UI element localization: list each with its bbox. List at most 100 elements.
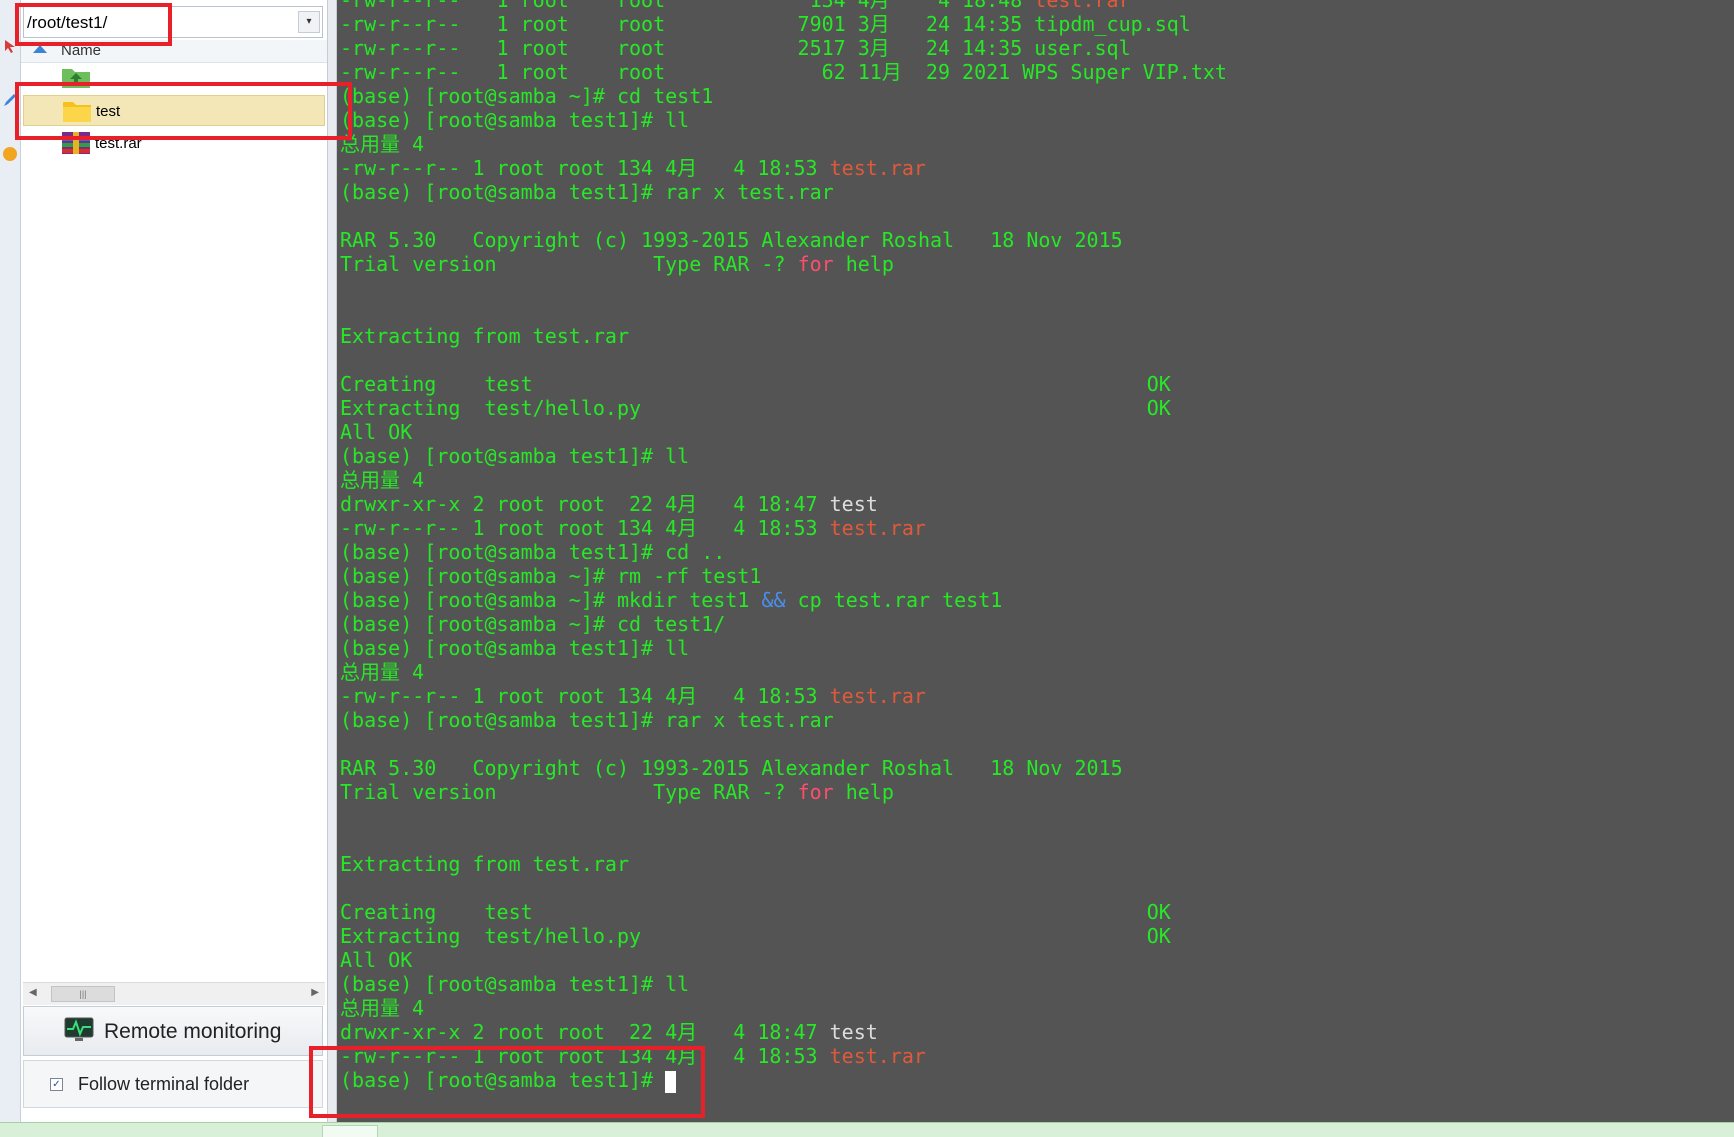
terminal-text: -rw-r--r-- 1 root root 134 4月 4 18:53 bbox=[340, 156, 830, 180]
terminal-line: (base) [root@samba ~]# cd test1 bbox=[340, 84, 1227, 108]
status-bar-tab[interactable] bbox=[322, 1125, 378, 1137]
remote-monitoring-button[interactable]: Remote monitoring bbox=[23, 1006, 323, 1056]
terminal-line: (base) [root@samba test1]# ll bbox=[340, 636, 1227, 660]
remote-monitoring-label: Remote monitoring bbox=[104, 1020, 282, 1043]
terminal-line: (base) [root@samba ~]# rm -rf test1 bbox=[340, 564, 1227, 588]
follow-terminal-folder-row[interactable]: ✓ Follow terminal folder bbox=[23, 1060, 323, 1108]
terminal-text: (base) [root@samba test1]# rar x test.ra… bbox=[340, 708, 834, 732]
terminal-text: (base) [root@samba ~]# cd test1 bbox=[340, 84, 714, 108]
terminal-text: test.rar bbox=[1034, 0, 1131, 12]
terminal-text: -rw-r--r-- 1 root root 7901 3月 24 14:35 … bbox=[340, 12, 1191, 36]
terminal-text: (base) [root@samba test1]# cd .. bbox=[340, 540, 726, 564]
terminal-line: All OK bbox=[340, 948, 1227, 972]
terminal-text: (base) [root@samba ~]# mkdir test1 bbox=[340, 588, 762, 612]
column-header-label: Name bbox=[61, 42, 102, 59]
terminal-text: Extracting test/hello.py OK bbox=[340, 924, 1171, 948]
terminal-line: -rw-r--r-- 1 root root 62 11月 29 2021 WP… bbox=[340, 60, 1227, 84]
terminal-line: Creating test OK bbox=[340, 372, 1227, 396]
terminal-text: Trial version Type RAR -? bbox=[340, 780, 798, 804]
terminal-line: (base) [root@samba test1]# rar x test.ra… bbox=[340, 180, 1227, 204]
terminal-text: All OK bbox=[340, 420, 413, 444]
path-input[interactable]: /root/test1/ ▾ bbox=[23, 6, 323, 38]
terminal-text: All OK bbox=[340, 948, 413, 972]
terminal-line: RAR 5.30 Copyright (c) 1993-2015 Alexand… bbox=[340, 228, 1227, 252]
rar-archive-icon bbox=[62, 132, 90, 154]
terminal-text: -rw-r--r-- 1 root root 2517 3月 24 14:35 … bbox=[340, 36, 1131, 60]
file-row-test[interactable]: test bbox=[23, 95, 325, 126]
panel-splitter[interactable] bbox=[328, 0, 337, 1122]
terminal-line: Extracting from test.rar bbox=[340, 852, 1227, 876]
file-browser-panel: /root/test1/ ▾ Name test test.rar ◀ ||| bbox=[21, 0, 328, 1122]
terminal-text: Trial version Type RAR -? bbox=[340, 252, 798, 276]
terminal-text: (base) [root@samba ~]# rm -rf test1 bbox=[340, 564, 762, 588]
follow-terminal-folder-label: Follow terminal folder bbox=[78, 1074, 250, 1094]
horizontal-scrollbar[interactable]: ◀ ||| ▶ bbox=[23, 982, 325, 1005]
terminal-text: (base) [root@samba test1]# bbox=[340, 1068, 666, 1092]
terminal-text: && bbox=[761, 588, 786, 612]
terminal-line: (base) [root@samba ~]# mkdir test1 && cp… bbox=[340, 588, 1227, 612]
terminal-line: (base) [root@samba test1]# rar x test.ra… bbox=[340, 708, 1227, 732]
column-header-name[interactable]: Name bbox=[21, 40, 327, 63]
terminal-text: RAR 5.30 Copyright (c) 1993-2015 Alexand… bbox=[340, 228, 1123, 252]
terminal-output: -rw-r--r-- 1 root root 134 4月 4 18:48 te… bbox=[340, 0, 1227, 1093]
terminal-text: test.rar bbox=[829, 684, 926, 708]
terminal-text: -rw-r--r-- 1 root root 134 4月 4 18:53 bbox=[340, 516, 830, 540]
chevron-down-icon[interactable]: ▾ bbox=[298, 11, 320, 33]
path-value[interactable]: /root/test1/ bbox=[27, 13, 107, 33]
terminal-text: Creating test OK bbox=[340, 900, 1171, 924]
terminal-text: -rw-r--r-- 1 root root 62 11月 29 2021 WP… bbox=[340, 60, 1227, 84]
terminal-line: drwxr-xr-x 2 root root 22 4月 4 18:47 tes… bbox=[340, 492, 1227, 516]
tool-strip bbox=[0, 0, 21, 1122]
terminal-cursor bbox=[665, 1070, 677, 1093]
file-row-test-rar[interactable]: test.rar bbox=[23, 128, 325, 159]
terminal-text: test bbox=[829, 1020, 878, 1044]
scroll-left-icon[interactable]: ◀ bbox=[29, 987, 37, 998]
terminal-text: help bbox=[833, 252, 894, 276]
terminal-line: -rw-r--r-- 1 root root 7901 3月 24 14:35 … bbox=[340, 12, 1227, 36]
terminal-line: drwxr-xr-x 2 root root 22 4月 4 18:47 tes… bbox=[340, 1020, 1227, 1044]
terminal-text: drwxr-xr-x 2 root root 22 4月 4 18:47 bbox=[340, 1020, 830, 1044]
terminal-line: Trial version Type RAR -? for help bbox=[340, 780, 1227, 804]
terminal-text: 总用量 4 bbox=[340, 132, 425, 156]
file-row-parent[interactable] bbox=[23, 62, 325, 93]
terminal-text: help bbox=[833, 780, 894, 804]
terminal-text: test.rar bbox=[829, 156, 926, 180]
monitor-pulse-icon bbox=[64, 1017, 94, 1041]
terminal-text: (base) [root@samba test1]# ll bbox=[340, 108, 690, 132]
terminal-text: -rw-r--r-- 1 root root 134 4月 4 18:53 bbox=[340, 684, 830, 708]
terminal-text: (base) [root@samba test1]# rar x test.ra… bbox=[340, 180, 834, 204]
terminal-line: (base) [root@samba test1]# ll bbox=[340, 108, 1227, 132]
terminal-line: -rw-r--r-- 1 root root 134 4月 4 18:53 te… bbox=[340, 1044, 1227, 1068]
follow-terminal-folder-checkbox[interactable]: ✓ bbox=[50, 1078, 63, 1091]
terminal-line: Extracting from test.rar bbox=[340, 324, 1227, 348]
terminal-line: Extracting test/hello.py OK bbox=[340, 396, 1227, 420]
terminal-line: (base) [root@samba test1]# ll bbox=[340, 972, 1227, 996]
terminal-line: 总用量 4 bbox=[340, 660, 1227, 684]
terminal-text: RAR 5.30 Copyright (c) 1993-2015 Alexand… bbox=[340, 756, 1123, 780]
sort-ascending-icon bbox=[33, 45, 47, 53]
terminal-text: for bbox=[797, 252, 834, 276]
parent-folder-icon bbox=[62, 69, 90, 88]
terminal-text: test.rar bbox=[829, 1044, 926, 1068]
scroll-right-icon[interactable]: ▶ bbox=[311, 987, 319, 998]
terminal-line: Extracting test/hello.py OK bbox=[340, 924, 1227, 948]
pointer-tool-icon[interactable] bbox=[2, 38, 18, 54]
terminal-view[interactable]: -rw-r--r-- 1 root root 134 4月 4 18:48 te… bbox=[337, 0, 1734, 1122]
file-label: test bbox=[96, 103, 121, 120]
terminal-line: -rw-r--r-- 1 root root 134 4月 4 18:53 te… bbox=[340, 156, 1227, 180]
terminal-text: (base) [root@samba test1]# ll bbox=[340, 972, 690, 996]
terminal-text: -rw-r--r-- 1 root root 134 4月 4 18:53 bbox=[340, 1044, 830, 1068]
terminal-text: (base) [root@samba ~]# cd test1/ bbox=[340, 612, 726, 636]
status-circle-icon[interactable] bbox=[2, 146, 18, 162]
pen-tool-icon[interactable] bbox=[2, 92, 18, 108]
terminal-text: (base) [root@samba test1]# ll bbox=[340, 636, 690, 660]
terminal-line: 总用量 4 bbox=[340, 132, 1227, 156]
terminal-line: All OK bbox=[340, 420, 1227, 444]
scrollbar-thumb[interactable]: ||| bbox=[51, 986, 115, 1002]
terminal-text: Extracting from test.rar bbox=[340, 324, 629, 348]
